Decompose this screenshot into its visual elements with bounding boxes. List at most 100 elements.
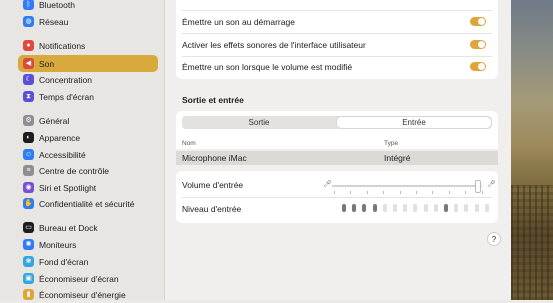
system-settings-window: ᛒ Bluetooth ◍ Réseau ● Notifications ◀ Son ☾ Conc… <box>0 0 511 300</box>
input-level-bar <box>362 204 367 212</box>
ui-sound-effects-toggle[interactable] <box>470 40 486 49</box>
slider-tick <box>350 191 352 194</box>
startup-sound-row: Émettre un son au démarrage <box>182 11 492 32</box>
sound-settings-pane: Émettre un son au démarrage Activer les … <box>165 0 511 300</box>
sidebar-item-label: Réseau <box>39 16 69 27</box>
sidebar-item-label: Notifications <box>39 40 86 51</box>
volume-feedback-row: Émettre un son lorsque le volume est mod… <box>182 56 492 77</box>
sidebar-item-siri-et-spotlight[interactable]: ◉ Siri et Spotlight <box>18 179 158 196</box>
ui-sound-effects-row: Activer les effets sonores de l'interfac… <box>182 34 492 55</box>
help-button[interactable]: ? <box>487 232 501 246</box>
input-controls-card: Volume d'entrée 🎤︎ 🎤︎ Niveau d'entrée <box>176 171 498 223</box>
bluetooth-icon: ᛒ <box>23 0 34 10</box>
volume-feedback-label: Émettre un son lorsque le volume est mod… <box>182 61 353 72</box>
sound-effects-card: Émettre un son au démarrage Activer les … <box>176 0 498 79</box>
sidebar-item-label: Économiseur d'écran <box>39 273 119 284</box>
input-level-bar <box>403 204 408 212</box>
hand-icon: ✋ <box>23 198 34 209</box>
sidebar-item-apparence[interactable]: ◐ Apparence <box>18 129 158 146</box>
sidebar-item-label: Général <box>39 115 70 126</box>
sidebar-item-général[interactable]: ⚙ Général <box>18 112 158 129</box>
input-level-bar <box>464 204 469 212</box>
output-input-card: Sortie Entrée Nom Type Microphone iMac I… <box>176 111 498 166</box>
sidebar-item-label: Bluetooth <box>39 0 75 10</box>
sidebar-item-accessibilité[interactable]: ☺ Accessibilité <box>18 146 158 163</box>
volume-feedback-toggle[interactable] <box>470 62 486 71</box>
sidebar-item-économiseur-d-énergie[interactable]: ▮ Économiseur d'énergie <box>18 286 158 303</box>
slider-tick <box>399 191 401 194</box>
slider-tick <box>383 191 385 194</box>
input-level-bar <box>444 204 448 212</box>
input-volume-label: Volume d'entrée <box>182 179 244 190</box>
sidebar-item-concentration[interactable]: ☾ Concentration <box>18 71 158 88</box>
bell-icon: ● <box>23 40 34 51</box>
desktop-wallpaper <box>511 0 553 300</box>
input-level-bar <box>342 204 346 212</box>
battery-icon: ▮ <box>23 289 34 300</box>
sidebar: ᛒ Bluetooth ◍ Réseau ● Notifications ◀ Son ☾ Conc… <box>0 0 165 300</box>
sidebar-item-label: Apparence <box>39 132 81 143</box>
input-level-label: Niveau d'entrée <box>182 203 242 214</box>
slider-tick <box>448 191 450 194</box>
ui-sound-effects-label: Activer les effets sonores de l'interfac… <box>182 39 366 50</box>
sidebar-item-label: Économiseur d'énergie <box>39 289 126 300</box>
slider-tick <box>416 191 417 194</box>
appearance-icon: ◐ <box>23 132 34 143</box>
sidebar-item-label: Bureau et Dock <box>39 222 98 233</box>
slider-tick <box>481 191 483 194</box>
wallpaper-icon: ❀ <box>23 256 34 267</box>
sidebar-item-bluetooth[interactable]: ᛒ Bluetooth <box>18 0 158 13</box>
siri-icon: ◉ <box>23 182 34 193</box>
tab-output[interactable]: Sortie <box>182 116 336 129</box>
input-level-bar <box>352 204 357 212</box>
tab-input[interactable]: Entrée <box>337 117 491 128</box>
moon-icon: ☾ <box>23 74 34 85</box>
input-level-bar <box>372 204 377 212</box>
startup-sound-toggle[interactable] <box>470 17 486 26</box>
input-volume-slider-thumb[interactable] <box>474 180 481 193</box>
column-name-header[interactable]: Nom <box>182 140 196 147</box>
input-volume-slider[interactable] <box>332 185 482 187</box>
input-level-bar <box>423 204 428 212</box>
sidebar-item-temps-d-écran[interactable]: ⧗ Temps d'écran <box>18 88 158 105</box>
output-input-segmented-control: Sortie Entrée <box>182 116 492 129</box>
column-type-header[interactable]: Type <box>384 140 398 147</box>
device-type: Intégré <box>384 153 411 163</box>
sidebar-item-centre-de-contrôle[interactable]: ≡ Centre de contrôle <box>18 162 158 179</box>
slider-tick <box>334 191 335 194</box>
sidebar-item-label: Moniteurs <box>39 239 77 250</box>
control-center-icon: ≡ <box>23 165 34 176</box>
sun-icon: ✺ <box>23 239 34 250</box>
sidebar-item-label: Concentration <box>39 74 92 85</box>
input-level-bar <box>454 204 459 212</box>
input-level-bar <box>413 204 418 212</box>
input-level-bar <box>474 204 479 212</box>
microphone-high-icon: 🎤︎ <box>487 181 496 188</box>
sidebar-item-label: Fond d'écran <box>39 256 89 267</box>
device-row-selected[interactable]: Microphone iMac Intégré <box>176 151 498 165</box>
sidebar-item-bureau-et-dock[interactable]: ▭ Bureau et Dock <box>18 219 158 236</box>
sidebar-item-label: Centre de contrôle <box>39 165 109 176</box>
sidebar-item-fond-d-écran[interactable]: ❀ Fond d'écran <box>18 253 158 270</box>
sidebar-item-notifications[interactable]: ● Notifications <box>18 37 158 54</box>
speaker-icon: ◀ <box>23 58 34 69</box>
slider-tick <box>465 191 467 194</box>
input-level-bar <box>382 204 387 212</box>
input-level-bar <box>484 204 489 212</box>
input-level-bar <box>433 204 438 212</box>
input-level-bar <box>393 204 397 212</box>
device-table-header: Nom Type <box>176 138 498 149</box>
sidebar-item-économiseur-d-écran[interactable]: ▣ Économiseur d'écran <box>18 270 158 287</box>
sidebar-item-confidentialité-et-sécurité[interactable]: ✋ Confidentialité et sécurité <box>18 195 158 212</box>
sidebar-item-label: Accessibilité <box>39 149 86 160</box>
sidebar-item-réseau[interactable]: ◍ Réseau <box>18 13 158 30</box>
startup-sound-label: Émettre un son au démarrage <box>182 16 295 27</box>
section-title: Sortie et entrée <box>182 95 244 105</box>
sidebar-item-son[interactable]: ◀ Son <box>18 55 158 72</box>
sidebar-item-label: Son <box>39 58 55 69</box>
globe-icon: ◍ <box>23 16 34 27</box>
accessibility-icon: ☺ <box>23 149 34 160</box>
slider-tick <box>432 191 434 194</box>
screensaver-icon: ▣ <box>23 273 34 284</box>
sidebar-item-moniteurs[interactable]: ✺ Moniteurs <box>18 236 158 253</box>
